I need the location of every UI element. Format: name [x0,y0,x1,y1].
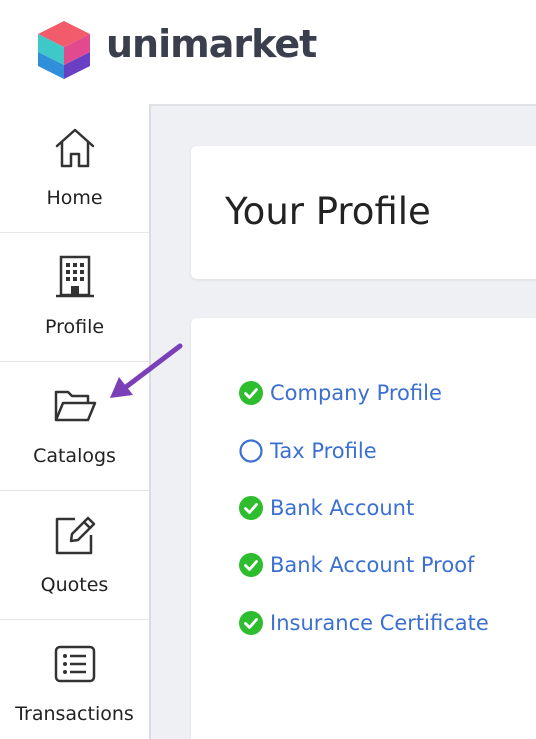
checklist-link[interactable]: Tax Profile [270,439,377,463]
checklist-item-bank-account-proof[interactable]: Bank Account Proof [239,550,474,580]
folder-open-icon [54,390,96,422]
title-card: Your Profile [191,146,536,279]
checklist-item-insurance-certificate[interactable]: Insurance Certificate [239,608,489,638]
check-circle-icon [239,553,263,577]
sidebar-item-label: Catalogs [33,445,116,467]
sidebar-item-quotes[interactable]: Quotes [0,491,149,620]
home-icon [55,128,94,168]
unimarket-logo-icon[interactable] [38,21,90,79]
checklist-item-bank-account[interactable]: Bank Account [239,493,414,523]
sidebar-item-label: Transactions [15,703,134,725]
checklist-item-tax-profile[interactable]: Tax Profile [239,436,377,466]
check-circle-icon [239,381,263,405]
sidebar: Home Profile Catalogs Quotes Transaction… [0,104,149,739]
checklist-link[interactable]: Bank Account [270,496,414,520]
sidebar-item-transactions[interactable]: Transactions [0,620,149,739]
sidebar-item-label: Quotes [40,574,109,596]
empty-circle-icon [239,439,263,463]
checklist-item-company-profile[interactable]: Company Profile [239,378,442,408]
list-icon [54,645,95,683]
sidebar-item-home[interactable]: Home [0,104,149,233]
check-circle-icon [239,496,263,520]
profile-checklist-card: Company Profile Tax Profile Bank Account… [191,318,536,739]
check-circle-icon [239,611,263,635]
main-content: Your Profile Company Profile Tax Profile… [149,104,536,739]
brand-name: unimarket [106,22,317,66]
checklist-link[interactable]: Bank Account Proof [270,553,474,577]
page-title: Your Profile [225,190,431,233]
building-icon [55,255,94,298]
checklist-link[interactable]: Insurance Certificate [270,611,489,635]
edit-icon [55,516,95,555]
sidebar-item-label: Home [46,187,103,209]
checklist-link[interactable]: Company Profile [270,381,442,405]
annotation-arrow-icon [110,343,183,398]
sidebar-item-label: Profile [44,316,105,338]
app-header: unimarket [0,0,536,104]
